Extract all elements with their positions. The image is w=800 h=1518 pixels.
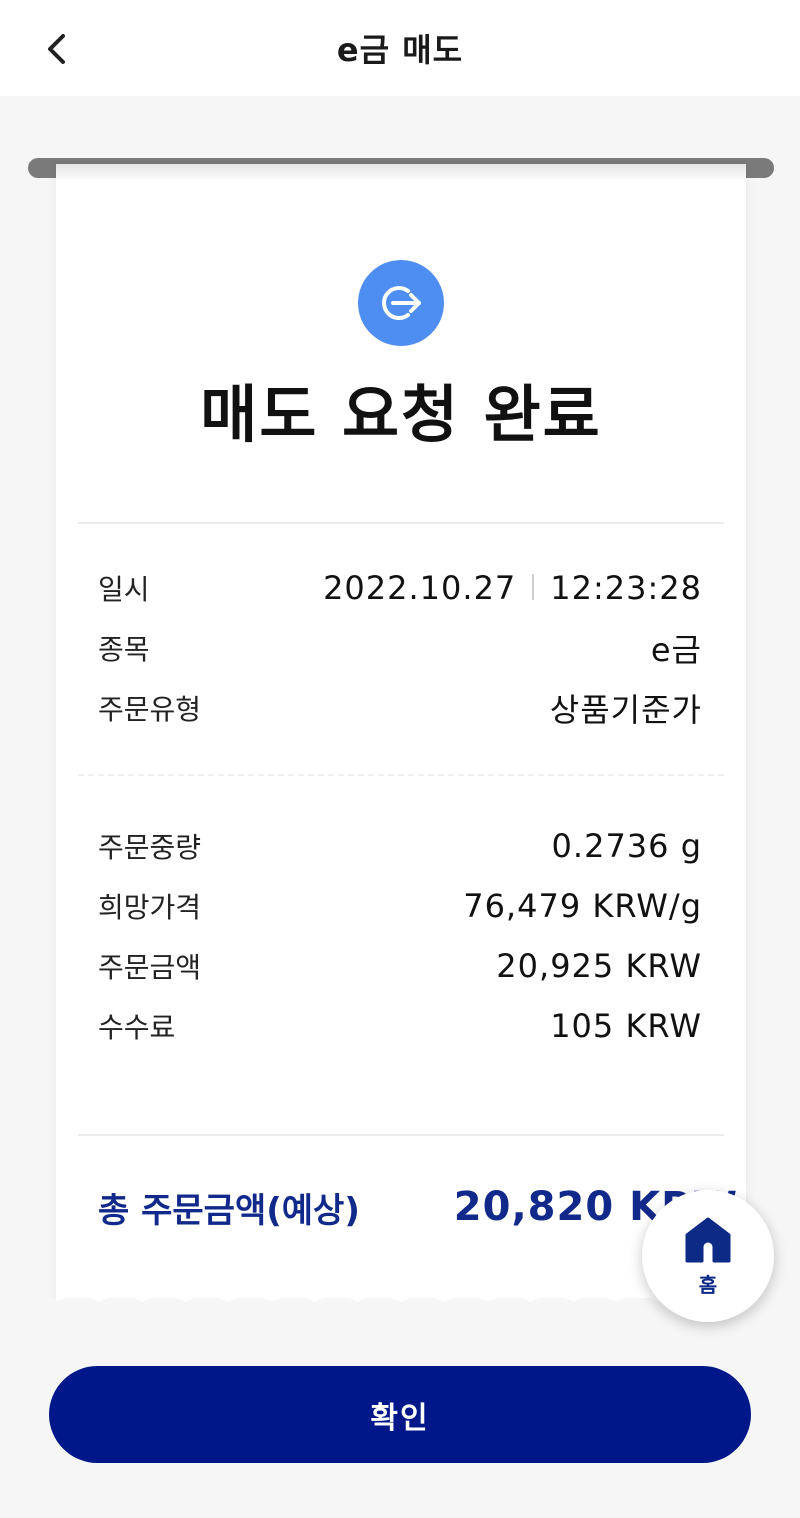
- order-weight-label: 주문중량: [98, 831, 202, 864]
- home-icon: [685, 1217, 731, 1262]
- separator: [532, 574, 535, 600]
- page-title: e금 매도: [336, 31, 464, 69]
- order-weight-row: 주문중량 0.2736 g: [98, 826, 702, 866]
- divider: [78, 1134, 724, 1136]
- chevron-left-icon: [48, 34, 65, 64]
- total-label: 총 주문금액(예상): [98, 1190, 360, 1231]
- product-row: 종목 e금: [98, 628, 702, 669]
- dashed-divider: [78, 774, 724, 776]
- total-row: 총 주문금액(예상) 20,820 KRW: [98, 1182, 738, 1232]
- datetime-value: 2022.10.27 12:23:28: [323, 569, 702, 607]
- sign-out-arrow-icon: [358, 260, 444, 346]
- order-time: 12:23:28: [550, 569, 702, 607]
- product-value: e금: [650, 631, 702, 669]
- completion-title: 매도 요청 완료: [200, 378, 602, 451]
- order-date: 2022.10.27: [323, 569, 517, 607]
- receipt-torn-edge: [56, 1290, 746, 1302]
- fee-label: 수수료: [98, 1011, 176, 1044]
- order-amount-row: 주문금액 20,925 KRW: [98, 946, 702, 986]
- home-label: 홈: [698, 1272, 718, 1297]
- desired-price-value: 76,479 KRW/g: [463, 887, 702, 925]
- product-label: 종목: [98, 633, 150, 666]
- confirm-button[interactable]: 확인: [49, 1366, 751, 1463]
- order-amount-value: 20,925 KRW: [496, 947, 702, 985]
- back-button[interactable]: [34, 26, 80, 72]
- order-type-label: 주문유형: [98, 693, 202, 726]
- fee-row: 수수료 105 KRW: [98, 1006, 702, 1046]
- divider: [78, 522, 724, 524]
- order-weight-value: 0.2736 g: [551, 827, 702, 865]
- receipt-card: 매도 요청 완료 일시 2022.10.27 12:23:28 종목 e금 주문유…: [56, 164, 746, 1298]
- order-amount-label: 주문금액: [98, 951, 202, 984]
- order-type-value: 상품기준가: [549, 691, 702, 729]
- home-button[interactable]: 홈: [642, 1190, 774, 1322]
- desired-price-row: 희망가격 76,479 KRW/g: [98, 886, 702, 926]
- fee-value: 105 KRW: [550, 1007, 702, 1045]
- order-type-row: 주문유형 상품기준가: [98, 688, 702, 729]
- order-datetime-row: 일시 2022.10.27 12:23:28: [98, 568, 702, 608]
- top-app-bar: e금 매도: [0, 0, 800, 96]
- datetime-label: 일시: [98, 573, 150, 606]
- desired-price-label: 희망가격: [98, 891, 202, 924]
